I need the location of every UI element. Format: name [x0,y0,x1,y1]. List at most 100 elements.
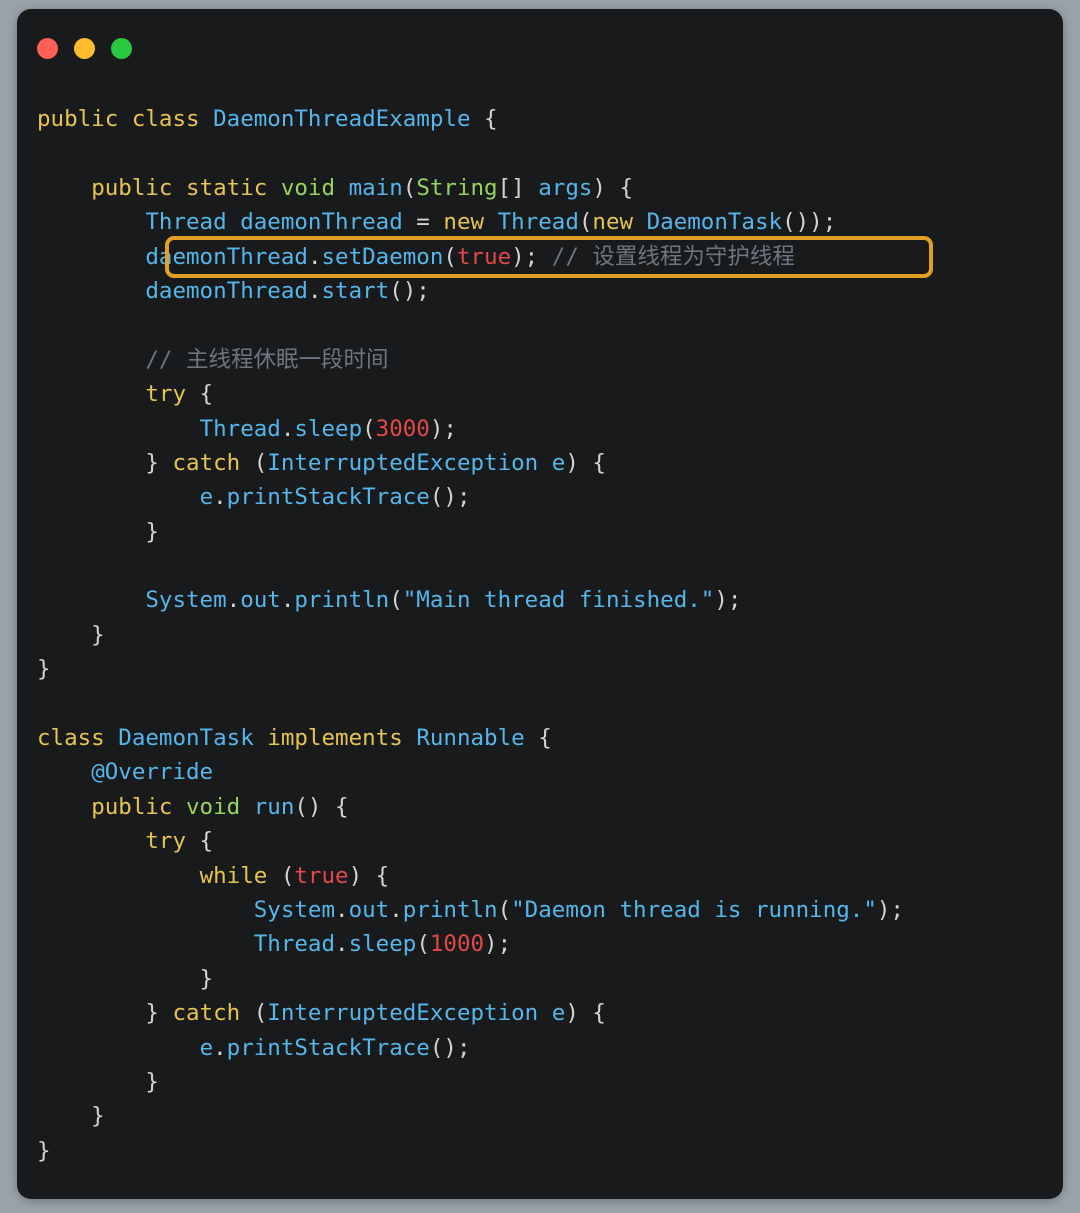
code-token: ); [429,415,457,442]
code-token: Thread [253,931,336,958]
code-token: implements [267,725,403,752]
code-token: while [199,862,268,889]
code-line: } [17,962,1063,996]
java-code-block: public class DaemonThreadExample { publi… [17,102,1063,1168]
code-token: "Main thread finished." [402,587,715,614]
code-line: public void run() { [17,790,1063,824]
code-token: } [37,1000,173,1027]
code-token: daemonThread [145,277,308,304]
code-token: InterruptedException [267,449,539,476]
code-token: DaemonTask [118,725,254,752]
code-token: ( [497,896,512,923]
code-token: daemonThread [145,243,308,270]
code-line: } [17,618,1063,652]
code-line: try { [17,824,1063,858]
code-line: } [17,1099,1063,1133]
code-token: ) { [348,862,390,889]
code-token: (); [389,277,430,304]
code-token: println [294,587,390,614]
code-token: ( [267,862,295,889]
code-token: ) { [565,449,606,476]
code-token: } [37,1068,159,1095]
code-token: ( [416,931,430,958]
code-token: . [389,896,403,923]
code-token: new [592,209,634,236]
code-token: // 主线程休眠一段时间 [145,346,389,373]
code-token: ()); [782,209,837,236]
code-line: } [17,1065,1063,1099]
code-token: . [280,587,295,614]
code-token: start [321,277,390,304]
code-token: void [186,793,241,820]
code-token: . [307,243,322,270]
close-window-button[interactable] [37,37,58,59]
window-titlebar [17,9,1063,87]
code-line: daemonThread.start(); [17,274,1063,308]
code-token: e [551,449,566,476]
code-token: run [253,793,295,820]
code-line: e.printStackTrace(); [17,480,1063,514]
code-token: ); [876,896,904,923]
code-token: out [240,587,281,614]
code-token: e [199,484,214,511]
code-token: Thread [497,209,579,236]
code-token: public [37,106,119,132]
code-token: ( [402,174,417,201]
code-token: } [37,621,105,648]
code-token: void [280,174,336,201]
code-token: . [280,415,295,442]
code-editor-area[interactable]: public class DaemonThreadExample { publi… [17,87,1063,1199]
minimize-window-button[interactable] [74,37,95,59]
code-token: DaemonThreadExample [213,106,471,132]
code-token: sleep [294,415,363,442]
code-token: . [213,1034,227,1061]
code-token: true [456,243,512,270]
code-line: Thread.sleep(3000); [17,412,1063,446]
code-line: Thread daemonThread = new Thread(new Dae… [17,205,1063,239]
code-token: { [186,381,214,408]
maximize-window-button[interactable] [111,37,132,59]
code-token: catch [172,449,241,476]
code-token: Thread [145,209,227,236]
code-token: setDaemon [321,243,444,270]
code-token: try [145,828,187,855]
code-token: InterruptedException [267,1000,539,1027]
code-token: Thread [199,415,281,442]
code-line: e.printStackTrace(); [17,1031,1063,1065]
code-token: System [145,587,227,614]
code-token: (); [429,1034,471,1061]
code-line: @Override [17,755,1063,789]
code-line: // 主线程休眠一段时间 [17,343,1063,377]
code-line: } catch (InterruptedException e) { [17,446,1063,480]
code-token: // 设置线程为守护线程 [551,243,795,270]
code-line: class DaemonTask implements Runnable { [17,721,1063,755]
code-token: 1000 [429,931,485,958]
code-token: public [91,793,173,820]
code-token: . [213,484,227,511]
code-line: } [17,515,1063,549]
code-token: ); [511,243,552,270]
code-line: Thread.sleep(1000); [17,927,1063,961]
code-token: daemonThread [240,209,403,236]
code-token: ) { [592,174,634,201]
code-line: public static void main(String[] args) { [17,171,1063,205]
